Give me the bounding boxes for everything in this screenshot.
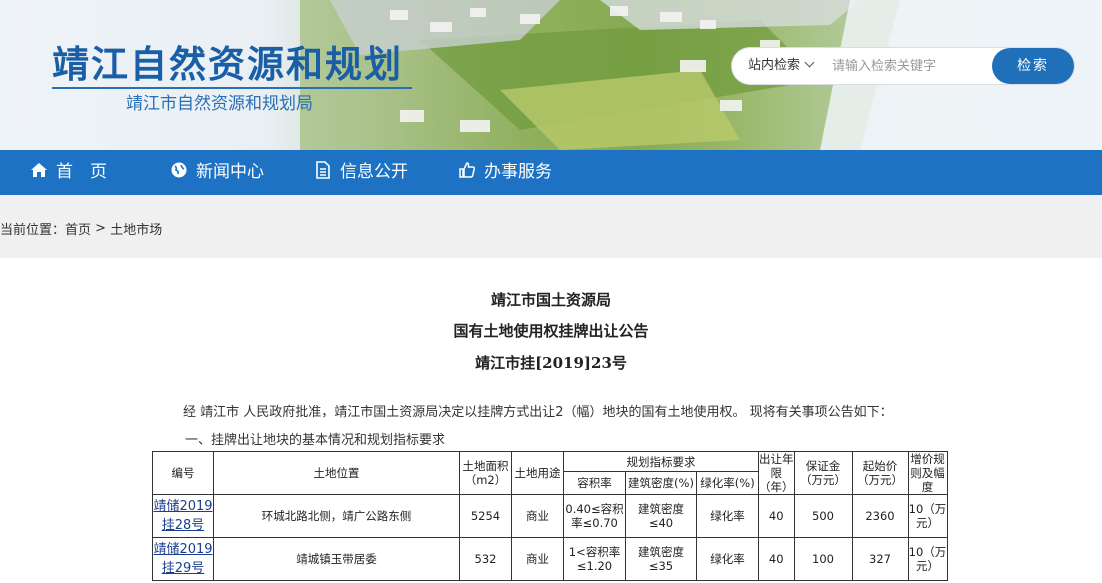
thumbs-up-icon [459,162,476,178]
home-icon [31,163,47,177]
cell-start-price: 2360 [851,494,909,538]
article-doc-number: 靖江市挂[2019]23号 [475,354,627,372]
cell-start-price: 327 [851,537,909,581]
site-subtitle: 靖江市自然资源和规划局 [126,94,313,114]
cell-deposit: 500 [793,494,853,538]
cell-density: 建筑密度≤40 [625,494,697,538]
breadcrumb-prefix: 当前位置： [0,223,66,238]
cell-location: 靖城镇玉带居委 [213,537,460,581]
cell-increment: 10（万元） [907,537,948,581]
header-start-price: 起始价（万元） [851,451,909,495]
cell-id: 靖储2019 挂29号 [152,537,214,581]
cell-term: 40 [758,494,795,538]
cell-use: 商业 [511,494,564,538]
header-increment: 增价规则及幅度 [907,451,948,495]
header-use: 土地用途 [511,451,564,495]
breadcrumb-current[interactable]: 土地市场 [110,223,162,238]
globe-icon [171,162,187,178]
search-input[interactable] [832,54,1012,78]
nav-item-disclosure[interactable]: 信息公开 [314,150,408,195]
cell-id: 靖储2019 挂28号 [152,494,214,538]
header-plot-ratio: 容积率 [563,471,626,495]
article-issuer: 靖江市国土资源局 [490,291,611,309]
article-panel: 靖江市国土资源局 国有土地使用权挂牌出让公告 靖江市挂[2019]23号 经 靖… [0,258,1102,583]
nav-item-label: 办事服务 [484,162,552,182]
main-nav: 首 页 新闻中心 信息公开 办事服务 [0,150,1102,195]
cell-green: 绿化率 [696,537,759,581]
table-row: 靖储2019 挂28号 环城北路北侧，靖广公路东侧 5254 商业 0.40≤容积… [152,494,948,538]
cell-use: 商业 [511,537,564,581]
land-parcel-table: 编号 土地位置 土地面积（m2） 土地用途 规划指标要求 出让年限（年） 保证金… [152,450,948,581]
cell-area: 5254 [459,494,512,538]
cell-deposit: 100 [793,537,853,581]
article-intro: 经 靖江市 人民政府批准，靖江市国土资源局决定以挂牌方式出让2（幅）地块的国有土… [183,405,893,420]
cell-density: 建筑密度≤35 [625,537,697,581]
breadcrumb-separator: > [95,221,107,236]
header-area: 土地面积（m2） [459,451,512,495]
header-id: 编号 [152,451,214,495]
search-button[interactable]: 检索 [992,48,1074,84]
nav-item-label: 信息公开 [340,162,408,182]
header-green: 绿化率(%) [696,471,759,495]
cell-plot-ratio: 1<容积率≤1.20 [563,537,626,581]
section-heading: 一、挂牌出让地块的基本情况和规划指标要求 [185,433,446,448]
nav-item-label: 首 页 [56,162,107,182]
search-box: 站内检索 检索 [732,48,1074,84]
breadcrumb-home-link[interactable]: 首页 [65,223,91,238]
header-planning: 规划指标要求 [563,450,759,473]
search-scope-dropdown[interactable]: 站内检索 [748,48,815,84]
cell-area: 532 [459,537,512,581]
header-term: 出让年限（年） [758,451,795,495]
table-row: 靖储2019 挂29号 靖城镇玉带居委 532 商业 1<容积率≤1.20 建筑密… [152,537,948,581]
parcel-id-link[interactable]: 靖储2019 挂28号 [153,499,212,533]
document-icon [316,161,330,179]
header-banner: 靖江自然资源和规划 靖江市自然资源和规划局 站内检索 检索 [0,0,1102,150]
table-header-row: 编号 土地位置 土地面积（m2） 土地用途 规划指标要求 出让年限（年） 保证金… [152,450,948,495]
breadcrumb: 当前位置：首页 > 土地市场 [0,219,162,238]
nav-item-news[interactable]: 新闻中心 [170,150,264,195]
search-scope-label: 站内检索 [748,58,801,73]
site-title: 靖江自然资源和规划 [52,43,403,86]
nav-item-services[interactable]: 办事服务 [458,150,552,195]
cell-increment: 10（万元） [907,494,948,538]
header-location: 土地位置 [213,451,460,495]
cell-term: 40 [758,537,795,581]
article-title: 国有土地使用权挂牌出让公告 [453,322,649,340]
chevron-down-icon [804,57,815,68]
cell-green: 绿化率 [696,494,759,538]
parcel-id-link[interactable]: 靖储2019 挂29号 [153,542,212,576]
nav-item-label: 新闻中心 [196,162,264,182]
header-deposit: 保证金（万元） [793,451,853,495]
cell-plot-ratio: 0.40≤容积率≤0.70 [563,494,626,538]
nav-item-home[interactable]: 首 页 [30,150,107,195]
cell-location: 环城北路北侧，靖广公路东侧 [213,494,460,538]
header-density: 建筑密度(%) [625,471,697,495]
